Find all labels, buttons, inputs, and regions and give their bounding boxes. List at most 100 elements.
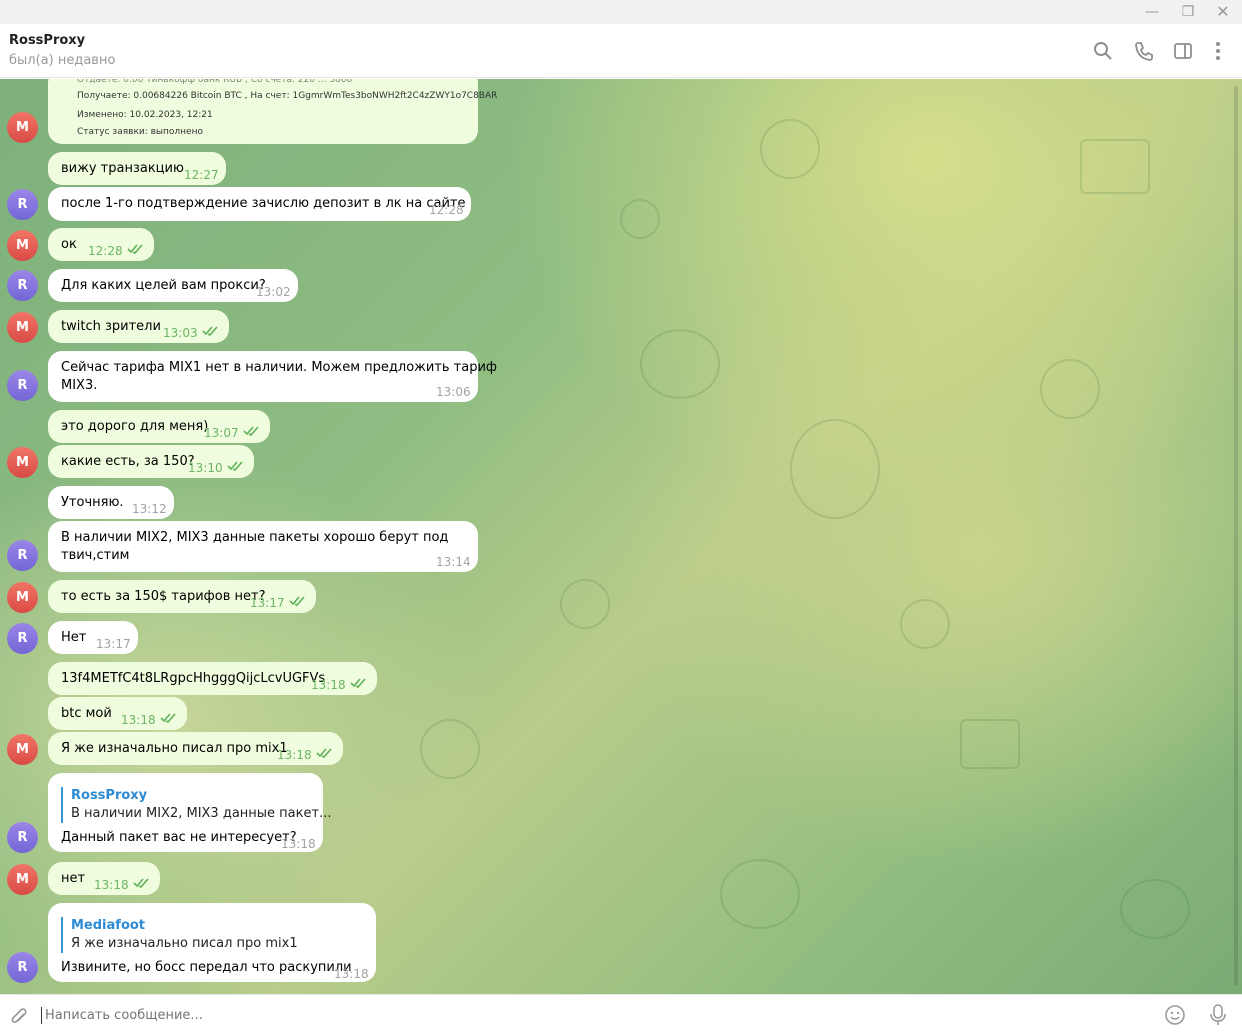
message-text: ок <box>61 237 77 252</box>
emoji-icon[interactable] <box>1164 1004 1186 1026</box>
avatar[interactable]: M <box>7 112 38 143</box>
message-time: 13:17 <box>96 637 131 651</box>
message-text: twitch зрители <box>61 319 161 334</box>
phone-icon[interactable] <box>1133 40 1155 62</box>
receipt-image-message[interactable]: Отдаете: 0.00 Тинькофф банк RUB , Со сче… <box>48 79 497 144</box>
chat-area[interactable]: Отдаете: 0.00 Тинькофф банк RUB , Со сче… <box>0 79 1242 994</box>
message-bubble[interactable]: вижу транзакцию 12:27 <box>48 152 226 185</box>
message-time: 12:28 <box>429 203 464 217</box>
avatar[interactable]: M <box>7 582 38 613</box>
message-time: 13:14 <box>436 555 471 569</box>
reply-text: В наличии MIX2, MIX3 данные пакет... <box>71 806 332 821</box>
reply-text: Я же изначально писал про mix1 <box>71 936 298 951</box>
avatar[interactable]: R <box>7 952 38 983</box>
attach-icon[interactable] <box>9 1005 29 1025</box>
chat-scrollbar[interactable] <box>1234 86 1238 986</box>
wallpaper-doodle <box>960 719 1020 769</box>
wallpaper-doodle <box>1040 359 1100 419</box>
message-time: 13:18 <box>121 713 156 727</box>
message-bubble[interactable]: какие есть, за 150? 13:10 <box>48 445 254 478</box>
avatar[interactable]: R <box>7 270 38 301</box>
wallpaper-doodle <box>620 199 660 239</box>
double-check-icon <box>202 326 218 336</box>
text-cursor <box>41 1007 42 1024</box>
avatar[interactable]: R <box>7 370 38 401</box>
message-bubble[interactable]: Я же изначально писал про mix1 13:18 <box>48 732 343 765</box>
message-input[interactable] <box>45 1004 1135 1026</box>
message-text-line: В наличии MIX2, MIX3 данные пакеты хорош… <box>61 530 449 545</box>
reply-author: RossProxy <box>71 788 148 803</box>
message-text: 13f4METfC4t8LRgpcHhgggQijcLcvUGFVs <box>61 671 326 686</box>
message-text: это дорого для меня) <box>61 419 209 434</box>
message-composer <box>0 994 1242 1033</box>
receipt-line: Статус заявки: выполнено <box>77 127 203 137</box>
message-bubble[interactable]: Уточняю. 13:12 <box>48 486 174 519</box>
message-bubble-reply[interactable]: RossProxy В наличии MIX2, MIX3 данные па… <box>48 773 331 852</box>
message-bubble[interactable]: В наличии MIX2, MIX3 данные пакеты хорош… <box>48 521 478 572</box>
message-time: 13:18 <box>311 678 346 692</box>
message-bubble[interactable]: то есть за 150$ тарифов нет? 13:17 <box>48 580 316 613</box>
maximize-button[interactable]: ❐ <box>1179 3 1197 21</box>
search-icon[interactable] <box>1092 40 1114 62</box>
avatar[interactable]: M <box>7 864 38 895</box>
reply-author: Mediafoot <box>71 918 146 933</box>
double-check-icon <box>133 878 149 888</box>
wallpaper-doodle <box>560 579 610 629</box>
double-check-icon <box>160 713 176 723</box>
message-text-line: твич,стим <box>61 548 130 563</box>
message-bubble[interactable]: после 1-го подтверждение зачислю депозит… <box>48 187 471 221</box>
message-bubble[interactable]: нет 13:18 <box>48 862 160 895</box>
avatar[interactable]: R <box>7 822 38 853</box>
message-time: 12:27 <box>184 168 219 182</box>
message-bubble[interactable]: это дорого для меня) 13:07 <box>48 410 270 443</box>
message-bubble[interactable]: 13f4METfC4t8LRgpcHhgggQijcLcvUGFVs 13:18 <box>48 662 377 695</box>
sidebar-toggle-icon[interactable] <box>1172 40 1194 62</box>
avatar[interactable]: R <box>7 623 38 654</box>
receipt-line: Изменено: 10.02.2023, 12:21 <box>77 110 213 120</box>
message-text: Нет <box>61 630 87 645</box>
chat-title[interactable]: RossProxy <box>9 33 85 48</box>
message-text-line: MIX3. <box>61 378 98 393</box>
minimize-button[interactable]: — <box>1143 3 1161 21</box>
message-bubble-reply[interactable]: Mediafoot Я же изначально писал про mix1… <box>48 903 376 982</box>
message-bubble[interactable]: ок 12:28 <box>48 228 154 261</box>
message-bubble[interactable]: Нет 13:17 <box>48 621 138 654</box>
message-text: то есть за 150$ тарифов нет? <box>61 589 266 604</box>
double-check-icon <box>316 748 332 758</box>
double-check-icon <box>350 678 366 688</box>
avatar[interactable]: M <box>7 230 38 261</box>
double-check-icon <box>243 426 259 436</box>
message-bubble[interactable]: btc мой 13:18 <box>48 697 187 730</box>
message-time: 13:07 <box>204 426 239 440</box>
message-bubble[interactable]: twitch зрители 13:03 <box>48 310 229 343</box>
chat-status: был(а) недавно <box>9 53 116 68</box>
avatar[interactable]: R <box>7 189 38 220</box>
reply-quote[interactable]: RossProxy В наличии MIX2, MIX3 данные па… <box>61 787 331 823</box>
double-check-icon <box>127 244 143 254</box>
message-text: Я же изначально писал про mix1 <box>61 741 288 756</box>
message-time: 12:28 <box>88 244 123 258</box>
wallpaper-doodle <box>420 719 480 779</box>
wallpaper-doodle <box>1080 139 1150 194</box>
avatar[interactable]: M <box>7 447 38 478</box>
avatar[interactable]: M <box>7 312 38 343</box>
message-bubble[interactable]: Сейчас тарифа MIX1 нет в наличии. Можем … <box>48 351 497 402</box>
message-time: 13:10 <box>188 461 223 475</box>
microphone-icon[interactable] <box>1209 1003 1227 1027</box>
chat-header: RossProxy был(а) недавно <box>0 24 1242 78</box>
wallpaper-doodle <box>720 859 800 929</box>
close-window-button[interactable]: ✕ <box>1214 3 1232 21</box>
message-text: btc мой <box>61 706 112 721</box>
avatar[interactable]: M <box>7 734 38 765</box>
wallpaper-doodle <box>1120 879 1190 939</box>
message-time: 13:12 <box>132 502 167 516</box>
message-text: Извините, но босс передал что раскупили <box>61 960 352 975</box>
message-bubble[interactable]: Для каких целей вам прокси? 13:02 <box>48 269 298 302</box>
message-text: какие есть, за 150? <box>61 454 195 469</box>
more-vert-icon[interactable] <box>1207 40 1229 62</box>
avatar[interactable]: R <box>7 540 38 571</box>
message-time: 13:18 <box>281 837 316 851</box>
message-time: 13:03 <box>163 326 198 340</box>
double-check-icon <box>289 596 305 606</box>
reply-quote[interactable]: Mediafoot Я же изначально писал про mix1 <box>61 917 298 953</box>
